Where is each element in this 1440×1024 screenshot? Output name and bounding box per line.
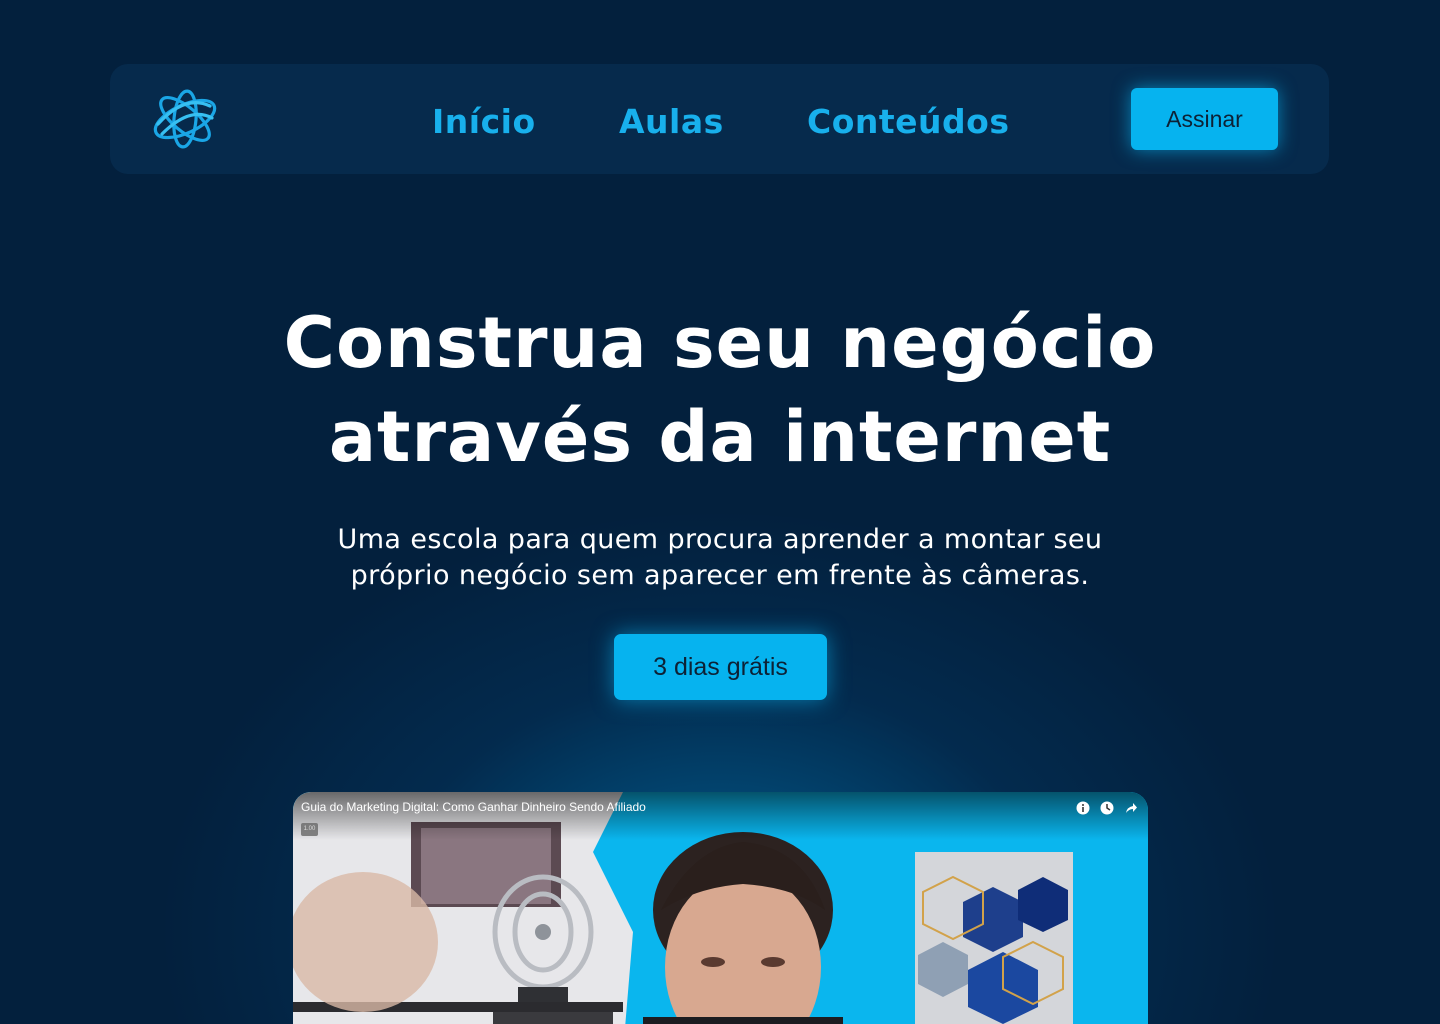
hero-title-line-1: Construa seu negócio <box>283 302 1157 384</box>
nav-link-aulas[interactable]: Aulas <box>619 100 724 144</box>
video-player[interactable]: Guia do Marketing Digital: Como Ganhar D… <box>293 792 1148 1024</box>
free-trial-button[interactable]: 3 dias grátis <box>614 634 827 700</box>
assinar-button[interactable]: Assinar <box>1131 88 1278 150</box>
share-icon[interactable] <box>1124 801 1138 815</box>
hero-subtitle-line-1: Uma escola para quem procura aprender a … <box>337 524 1103 555</box>
hero-title-line-2: através da internet <box>328 396 1112 478</box>
video-title[interactable]: Guia do Marketing Digital: Como Ganhar D… <box>301 800 646 814</box>
hero-subtitle-line-2: próprio negócio sem aparecer em frente à… <box>350 560 1090 591</box>
nav-link-inicio[interactable]: Início <box>432 100 536 144</box>
triple-ring-logo-icon[interactable] <box>150 84 220 154</box>
hero-subtitle: Uma escola para quem procura aprender a … <box>260 522 1180 594</box>
info-icon[interactable] <box>1076 801 1090 815</box>
top-navbar: Início Aulas Conteúdos Assinar <box>110 64 1329 174</box>
watch-later-icon[interactable] <box>1100 801 1114 815</box>
playback-speed-badge: 1.00 <box>301 823 318 836</box>
nav-link-conteudos[interactable]: Conteúdos <box>807 100 1009 144</box>
hero-title: Construa seu negócio através da internet <box>220 296 1220 484</box>
